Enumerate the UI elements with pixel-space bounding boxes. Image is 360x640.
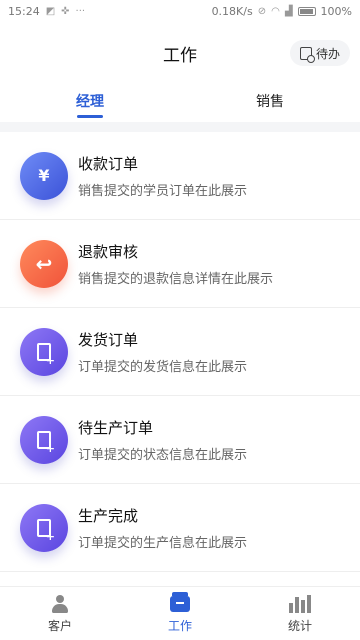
status-right: 0.18K/s ⊘ ◠ ▟ 100% bbox=[212, 5, 352, 18]
game-controller-icon: ✜ bbox=[61, 5, 70, 17]
item-desc: 订单提交的生产信息在此展示 bbox=[78, 535, 248, 551]
item-desc: 销售提交的学员订单在此展示 bbox=[78, 183, 248, 199]
status-left: 15:24 ◩ ✜ ··· bbox=[8, 5, 85, 18]
item-title: 生产完成 bbox=[78, 506, 139, 525]
signal-icon: ▟ bbox=[284, 5, 293, 17]
item-title: 发货订单 bbox=[78, 330, 139, 349]
nav-work[interactable]: 工作 bbox=[120, 587, 240, 640]
return-arrow-icon: ↩ bbox=[20, 239, 68, 288]
more-dots-icon: ··· bbox=[75, 5, 86, 17]
todo-label: 待办 bbox=[315, 46, 340, 61]
bottom-nav: 客户 工作 统计 bbox=[0, 586, 360, 640]
battery-percent: 100% bbox=[320, 4, 352, 18]
nav-label: 工作 bbox=[167, 618, 192, 633]
item-desc: 订单提交的发货信息在此展示 bbox=[78, 359, 248, 375]
todo-button[interactable]: 待办 bbox=[289, 40, 350, 66]
nav-statistics[interactable]: 统计 bbox=[240, 587, 360, 640]
list-item-shipping-orders[interactable]: 发货订单 订单提交的发货信息在此展示 bbox=[0, 308, 360, 396]
document-add-icon bbox=[20, 327, 68, 376]
role-tabs: 经理 销售 bbox=[0, 80, 360, 122]
tab-manager[interactable]: 经理 bbox=[0, 80, 180, 122]
bar-chart-icon bbox=[289, 594, 311, 613]
money-refresh-icon: ¥ bbox=[20, 151, 68, 200]
page-title: 工作 bbox=[163, 45, 197, 66]
person-icon bbox=[51, 594, 69, 613]
section-divider bbox=[0, 122, 360, 132]
nav-customers[interactable]: 客户 bbox=[0, 587, 120, 640]
nav-label: 客户 bbox=[47, 618, 72, 633]
battery-icon bbox=[297, 6, 316, 16]
list-item-payment-orders[interactable]: ¥ 收款订单 销售提交的学员订单在此展示 bbox=[0, 132, 360, 220]
tab-label: 经理 bbox=[76, 94, 104, 110]
document-add-icon bbox=[20, 503, 68, 552]
item-title: 待生产订单 bbox=[78, 418, 154, 437]
wifi-icon: ◠ bbox=[271, 5, 280, 17]
tab-label: 销售 bbox=[256, 94, 284, 110]
todo-icon bbox=[299, 46, 315, 63]
document-add-icon bbox=[20, 415, 68, 464]
item-desc: 销售提交的退款信息详情在此展示 bbox=[78, 271, 274, 287]
list-item-pending-production[interactable]: 待生产订单 订单提交的状态信息在此展示 bbox=[0, 396, 360, 484]
status-bar: 15:24 ◩ ✜ ··· 0.18K/s ⊘ ◠ ▟ 100% bbox=[0, 0, 360, 22]
briefcase-icon bbox=[170, 591, 190, 612]
list-item-production-complete[interactable]: 生产完成 订单提交的生产信息在此展示 bbox=[0, 484, 360, 572]
page-header: 工作 待办 bbox=[0, 30, 360, 76]
notification-icon: ◩ bbox=[45, 5, 56, 17]
mute-icon: ⊘ bbox=[257, 5, 267, 17]
work-list: ¥ 收款订单 销售提交的学员订单在此展示 ↩ 退款审核 销售提交的退款信息详情在… bbox=[0, 132, 360, 572]
tab-sales[interactable]: 销售 bbox=[180, 80, 360, 122]
item-title: 退款审核 bbox=[78, 242, 139, 261]
nav-label: 统计 bbox=[287, 618, 312, 633]
status-time: 15:24 bbox=[8, 4, 40, 18]
item-desc: 订单提交的状态信息在此展示 bbox=[78, 447, 248, 463]
network-speed: 0.18K/s bbox=[211, 4, 253, 18]
list-item-refund-review[interactable]: ↩ 退款审核 销售提交的退款信息详情在此展示 bbox=[0, 220, 360, 308]
item-title: 收款订单 bbox=[78, 154, 139, 173]
